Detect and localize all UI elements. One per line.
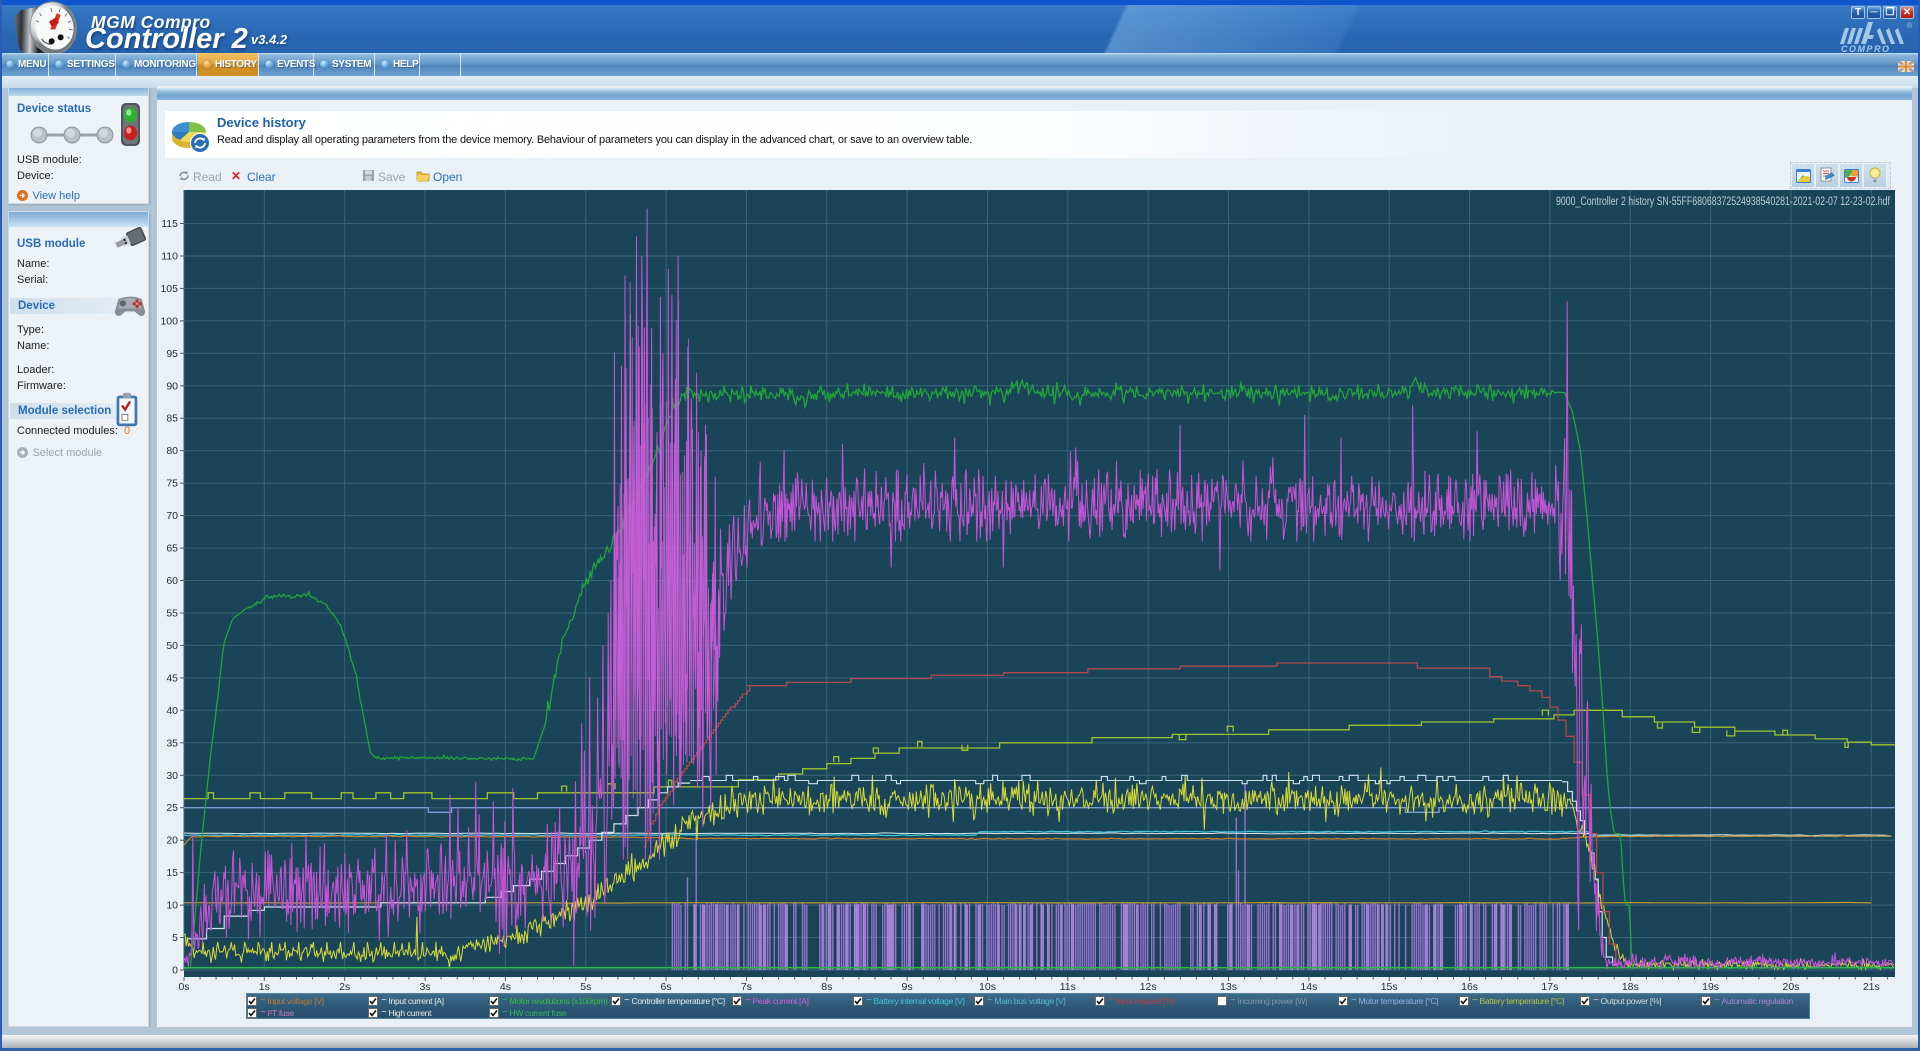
svg-text:11s: 11s — [1060, 981, 1076, 993]
svg-text:20s: 20s — [1783, 981, 1800, 993]
svg-text:70: 70 — [166, 510, 178, 522]
svg-text:50: 50 — [166, 640, 178, 652]
svg-text:25: 25 — [166, 802, 178, 814]
svg-text:12s: 12s — [1140, 981, 1157, 993]
svg-text:10: 10 — [166, 900, 178, 912]
svg-text:2s: 2s — [339, 981, 350, 993]
svg-text:5s: 5s — [580, 981, 591, 993]
svg-text:21s: 21s — [1863, 981, 1880, 993]
svg-text:60: 60 — [166, 575, 178, 587]
svg-text:45: 45 — [166, 672, 178, 684]
svg-text:40: 40 — [166, 705, 178, 717]
svg-text:30: 30 — [166, 770, 178, 782]
svg-text:9000_Controller 2 history SN-5: 9000_Controller 2 history SN-55FF6806837… — [1556, 196, 1891, 208]
svg-text:95: 95 — [166, 348, 178, 360]
svg-text:18s: 18s — [1622, 981, 1639, 993]
svg-text:0: 0 — [172, 965, 178, 977]
svg-text:55: 55 — [166, 608, 178, 620]
svg-text:35: 35 — [166, 737, 178, 749]
svg-text:®: ® — [1907, 22, 1913, 30]
svg-text:100: 100 — [160, 315, 178, 327]
svg-text:17s: 17s — [1541, 981, 1558, 993]
svg-text:7s: 7s — [741, 981, 752, 993]
svg-text:15s: 15s — [1381, 981, 1398, 993]
svg-text:16s: 16s — [1461, 981, 1478, 993]
svg-text:4s: 4s — [500, 981, 511, 993]
svg-text:65: 65 — [166, 543, 178, 555]
svg-text:20: 20 — [166, 835, 178, 847]
svg-text:19s: 19s — [1702, 981, 1719, 993]
svg-text:5: 5 — [172, 932, 178, 944]
svg-text:10s: 10s — [979, 981, 996, 993]
svg-text:85: 85 — [166, 413, 178, 425]
svg-text:75: 75 — [166, 478, 178, 490]
svg-text:105: 105 — [160, 283, 178, 295]
svg-text:110: 110 — [161, 251, 178, 263]
svg-text:3s: 3s — [419, 981, 430, 993]
svg-text:0s: 0s — [178, 981, 189, 993]
svg-text:14s: 14s — [1300, 981, 1317, 993]
svg-text:COMPRO: COMPRO — [1841, 44, 1891, 53]
svg-text:90: 90 — [166, 380, 178, 392]
svg-text:6s: 6s — [661, 981, 672, 993]
svg-text:115: 115 — [161, 218, 178, 230]
svg-text:80: 80 — [166, 445, 178, 457]
svg-text:1s: 1s — [259, 981, 270, 993]
svg-text:15: 15 — [166, 867, 178, 879]
svg-text:13s: 13s — [1220, 981, 1237, 993]
svg-text:8s: 8s — [821, 981, 832, 993]
svg-text:9s: 9s — [902, 981, 913, 993]
